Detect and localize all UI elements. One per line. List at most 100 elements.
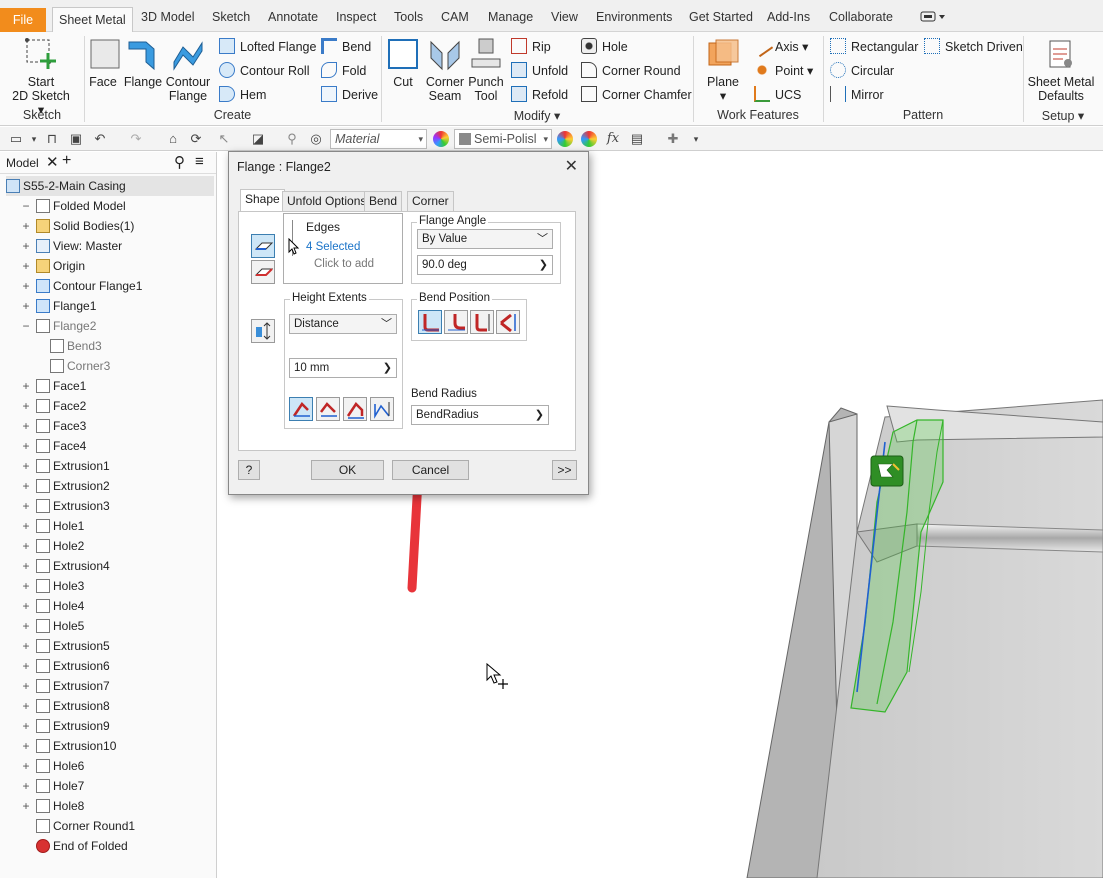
expand-icon[interactable]: +	[20, 796, 32, 816]
expand-icon[interactable]: +	[20, 396, 32, 416]
expand-icon[interactable]: +	[20, 456, 32, 476]
browser-item[interactable]: + Hole4	[20, 596, 84, 616]
tab-sketch[interactable]: Sketch	[212, 6, 250, 28]
undo-icon[interactable]: ↶	[92, 131, 108, 147]
adjust-appearance-icon[interactable]	[557, 131, 573, 147]
browser-item[interactable]: + Hole1	[20, 516, 84, 536]
customize-dropdown-icon[interactable]: ▾	[688, 131, 704, 147]
corner-round-button[interactable]: Corner Round	[581, 62, 681, 78]
browser-item[interactable]: + Extrusion8	[20, 696, 110, 716]
bend-radius-input[interactable]: BendRadius ❯	[411, 405, 549, 425]
browser-item[interactable]: + Extrusion9	[20, 716, 110, 736]
collapse-icon[interactable]: −	[20, 316, 32, 336]
ruler-icon[interactable]: ▤	[629, 131, 645, 147]
height-datum-3-button[interactable]	[343, 397, 367, 421]
browser-item[interactable]: + Hole6	[20, 756, 84, 776]
browser-item[interactable]: + Extrusion3	[20, 496, 110, 516]
ok-button[interactable]: OK	[311, 460, 384, 480]
expand-icon[interactable]: +	[20, 616, 32, 636]
browser-menu-icon[interactable]: ≡	[195, 153, 204, 170]
expand-icon[interactable]: +	[20, 536, 32, 556]
expand-icon[interactable]: +	[20, 276, 32, 296]
expand-icon[interactable]: +	[20, 476, 32, 496]
browser-item[interactable]: + Extrusion10	[20, 736, 116, 756]
browser-item[interactable]: Corner3	[34, 356, 110, 376]
hem-button[interactable]: Hem	[219, 86, 266, 102]
dialog-tab-corner[interactable]: Corner	[407, 191, 454, 211]
contour-roll-button[interactable]: Contour Roll	[219, 62, 309, 78]
plane-button[interactable]: Plane ▾	[700, 37, 746, 103]
height-datum-1-button[interactable]	[289, 397, 313, 421]
tab-get-started[interactable]: Get Started	[689, 6, 753, 28]
new-file-icon[interactable]: ▭	[8, 131, 24, 147]
dialog-tab-unfold-options[interactable]: Unfold Options	[282, 191, 372, 211]
browser-item[interactable]: + Extrusion1	[20, 456, 110, 476]
expand-icon[interactable]: +	[20, 596, 32, 616]
expand-icon[interactable]: +	[20, 296, 32, 316]
flange-angle-input[interactable]: 90.0 deg ❯	[417, 255, 553, 275]
mirror-button[interactable]: Mirror	[830, 86, 884, 102]
expand-icon[interactable]: +	[20, 516, 32, 536]
edge-select-mode-button[interactable]	[251, 234, 275, 258]
expand-icon[interactable]: +	[20, 436, 32, 456]
fold-button[interactable]: Fold	[321, 62, 366, 78]
tab-sheet-metal[interactable]: Sheet Metal	[52, 7, 133, 33]
browser-item[interactable]: + Face3	[20, 416, 86, 436]
height-distance-input[interactable]: 10 mm ❯	[289, 358, 397, 378]
expand-icon[interactable]: +	[20, 756, 32, 776]
expand-icon[interactable]: +	[20, 416, 32, 436]
bend-position-outside-button[interactable]	[444, 310, 468, 334]
appearance-dropdown[interactable]: Semi-Polisl ▾	[454, 129, 552, 149]
punch-tool-button[interactable]: Punch Tool	[466, 37, 506, 103]
home-icon[interactable]: ⌂	[165, 131, 181, 147]
browser-item[interactable]: + Face1	[20, 376, 86, 396]
adjust-icon[interactable]: ◎	[308, 131, 324, 147]
collapse-icon[interactable]: −	[20, 196, 32, 216]
direction-glyph-icon[interactable]	[870, 455, 904, 487]
expand-icon[interactable]: +	[20, 776, 32, 796]
browser-item[interactable]: Bend3	[34, 336, 102, 356]
lofted-flange-button[interactable]: Lofted Flange	[219, 38, 316, 54]
help-button[interactable]: ?	[238, 460, 260, 480]
tab-3d-model[interactable]: 3D Model	[141, 6, 195, 28]
browser-item[interactable]: + Extrusion2	[20, 476, 110, 496]
expand-icon[interactable]: +	[20, 256, 32, 276]
loop-select-mode-button[interactable]	[251, 260, 275, 284]
rip-button[interactable]: Rip	[511, 38, 551, 54]
expand-icon[interactable]: +	[20, 696, 32, 716]
browser-item[interactable]: + Hole3	[20, 576, 84, 596]
height-datum-4-button[interactable]	[370, 397, 394, 421]
update-icon[interactable]: ⟳	[188, 131, 204, 147]
browser-add-icon[interactable]: +	[62, 152, 71, 170]
bend-position-tangent-button[interactable]	[496, 310, 520, 334]
browser-item[interactable]: + Face2	[20, 396, 86, 416]
browser-close-icon[interactable]: ✕	[46, 153, 59, 171]
browser-item[interactable]: + Contour Flange1	[20, 276, 142, 296]
browser-item[interactable]: + Hole5	[20, 616, 84, 636]
expand-icon[interactable]: +	[20, 216, 32, 236]
browser-item[interactable]: + Extrusion4	[20, 556, 110, 576]
redo-icon[interactable]: ↷	[128, 131, 144, 147]
tab-file[interactable]: File	[0, 8, 46, 32]
expand-icon[interactable]: +	[20, 736, 32, 756]
expand-icon[interactable]: +	[20, 676, 32, 696]
bend-button[interactable]: Bend	[321, 38, 371, 54]
flange-button[interactable]: Flange	[123, 37, 163, 89]
browser-item[interactable]: + Flange1	[20, 296, 96, 316]
edges-selector[interactable]: Edges 4 Selected Click to add	[283, 213, 403, 284]
parameters-icon[interactable]: fx	[605, 131, 621, 147]
material-dropdown[interactable]: Material ▾	[330, 129, 427, 149]
start-2d-sketch-button[interactable]: Start 2D Sketch ▾	[12, 37, 70, 117]
more-options-button[interactable]: >>	[552, 460, 577, 480]
browser-item[interactable]: Corner Round1	[20, 816, 135, 836]
rectangular-pattern-button[interactable]: Rectangular	[830, 38, 918, 54]
derive-button[interactable]: Derive	[321, 86, 378, 102]
measure-icon[interactable]: ⚲	[284, 131, 300, 147]
tab-manage[interactable]: Manage	[488, 6, 533, 28]
browser-item[interactable]: + Face4	[20, 436, 86, 456]
browser-item[interactable]: − Folded Model	[20, 196, 126, 216]
expand-icon[interactable]: +	[20, 556, 32, 576]
browser-item[interactable]: + Solid Bodies(1)	[20, 216, 134, 236]
clear-appearance-icon[interactable]	[581, 131, 597, 147]
face-button[interactable]: Face	[88, 37, 120, 89]
